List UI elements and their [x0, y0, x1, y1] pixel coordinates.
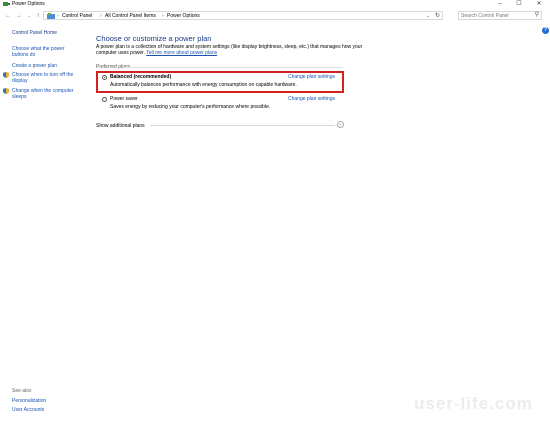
- close-button[interactable]: ✕: [532, 0, 546, 9]
- breadcrumb-all-items[interactable]: All Control Panel Items: [105, 12, 156, 20]
- breadcrumb-control-panel[interactable]: Control Panel: [62, 12, 92, 20]
- plan-description-balanced: Automatically balances performance with …: [110, 82, 297, 88]
- control-panel-home-link[interactable]: Control Panel Home: [12, 30, 57, 36]
- page-description: A power plan is a collection of hardware…: [96, 44, 371, 56]
- search-input[interactable]: [461, 12, 531, 19]
- search-box[interactable]: ⚲: [458, 11, 542, 20]
- expand-chevron-icon[interactable]: ⌄: [337, 121, 344, 128]
- help-icon[interactable]: ?: [542, 27, 549, 34]
- show-additional-plans[interactable]: Show additional plans: [96, 123, 145, 129]
- breadcrumb-separator-icon: ›: [100, 13, 102, 19]
- sidebar-item-create-plan[interactable]: Create a power plan: [12, 63, 82, 69]
- sidebar-item-turn-off-display[interactable]: Choose when to turn off the display: [12, 72, 82, 84]
- page-title: Choose or customize a power plan: [96, 34, 212, 43]
- search-icon[interactable]: ⚲: [535, 11, 539, 18]
- forward-arrow-icon[interactable]: →: [15, 12, 23, 20]
- additional-plans-divider: [150, 125, 335, 126]
- learn-more-link[interactable]: Tell me more about power plans: [146, 50, 217, 56]
- sidebar-item-power-buttons[interactable]: Choose what the power buttons do: [12, 46, 82, 58]
- control-panel-icon: [47, 13, 55, 19]
- change-plan-settings-balanced[interactable]: Change plan settings: [288, 74, 335, 80]
- back-arrow-icon[interactable]: ←: [4, 12, 12, 20]
- watermark: user-life.com: [414, 394, 533, 413]
- plan-name-balanced[interactable]: Balanced (recommended): [110, 74, 171, 80]
- recent-chevron-icon[interactable]: ⌄: [25, 12, 33, 20]
- shield-icon: [3, 72, 9, 78]
- plan-name-power-saver[interactable]: Power saver: [110, 96, 138, 102]
- breadcrumb-separator-icon: ›: [162, 13, 164, 19]
- power-saver-radio[interactable]: [102, 97, 107, 102]
- up-arrow-icon[interactable]: ↑: [34, 12, 42, 20]
- power-options-icon: [3, 2, 10, 6]
- maximize-button[interactable]: ☐: [512, 0, 526, 9]
- breadcrumb-separator-icon: ›: [57, 13, 59, 19]
- description-text: A power plan is a collection of hardware…: [96, 44, 363, 56]
- see-also-heading: See also: [12, 388, 32, 394]
- personalization-link[interactable]: Personalization: [12, 398, 46, 404]
- section-divider: [123, 67, 343, 68]
- change-plan-settings-power-saver[interactable]: Change plan settings: [288, 96, 335, 102]
- refresh-icon[interactable]: ↻: [435, 12, 440, 20]
- user-accounts-link[interactable]: User Accounts: [12, 407, 44, 413]
- title-bar: Power Options – ☐ ✕: [0, 0, 550, 9]
- plan-description-power-saver: Saves energy by reducing your computer's…: [110, 104, 271, 110]
- address-dropdown-icon[interactable]: ⌄: [426, 12, 430, 20]
- address-field[interactable]: › Control Panel › All Control Panel Item…: [43, 11, 443, 20]
- shield-icon: [3, 88, 9, 94]
- breadcrumb-power-options[interactable]: Power Options: [167, 12, 200, 20]
- minimize-button[interactable]: –: [493, 0, 507, 9]
- sidebar-item-computer-sleeps[interactable]: Change when the computer sleeps: [12, 88, 82, 100]
- balanced-radio[interactable]: [102, 75, 107, 80]
- window-title: Power Options: [12, 1, 45, 7]
